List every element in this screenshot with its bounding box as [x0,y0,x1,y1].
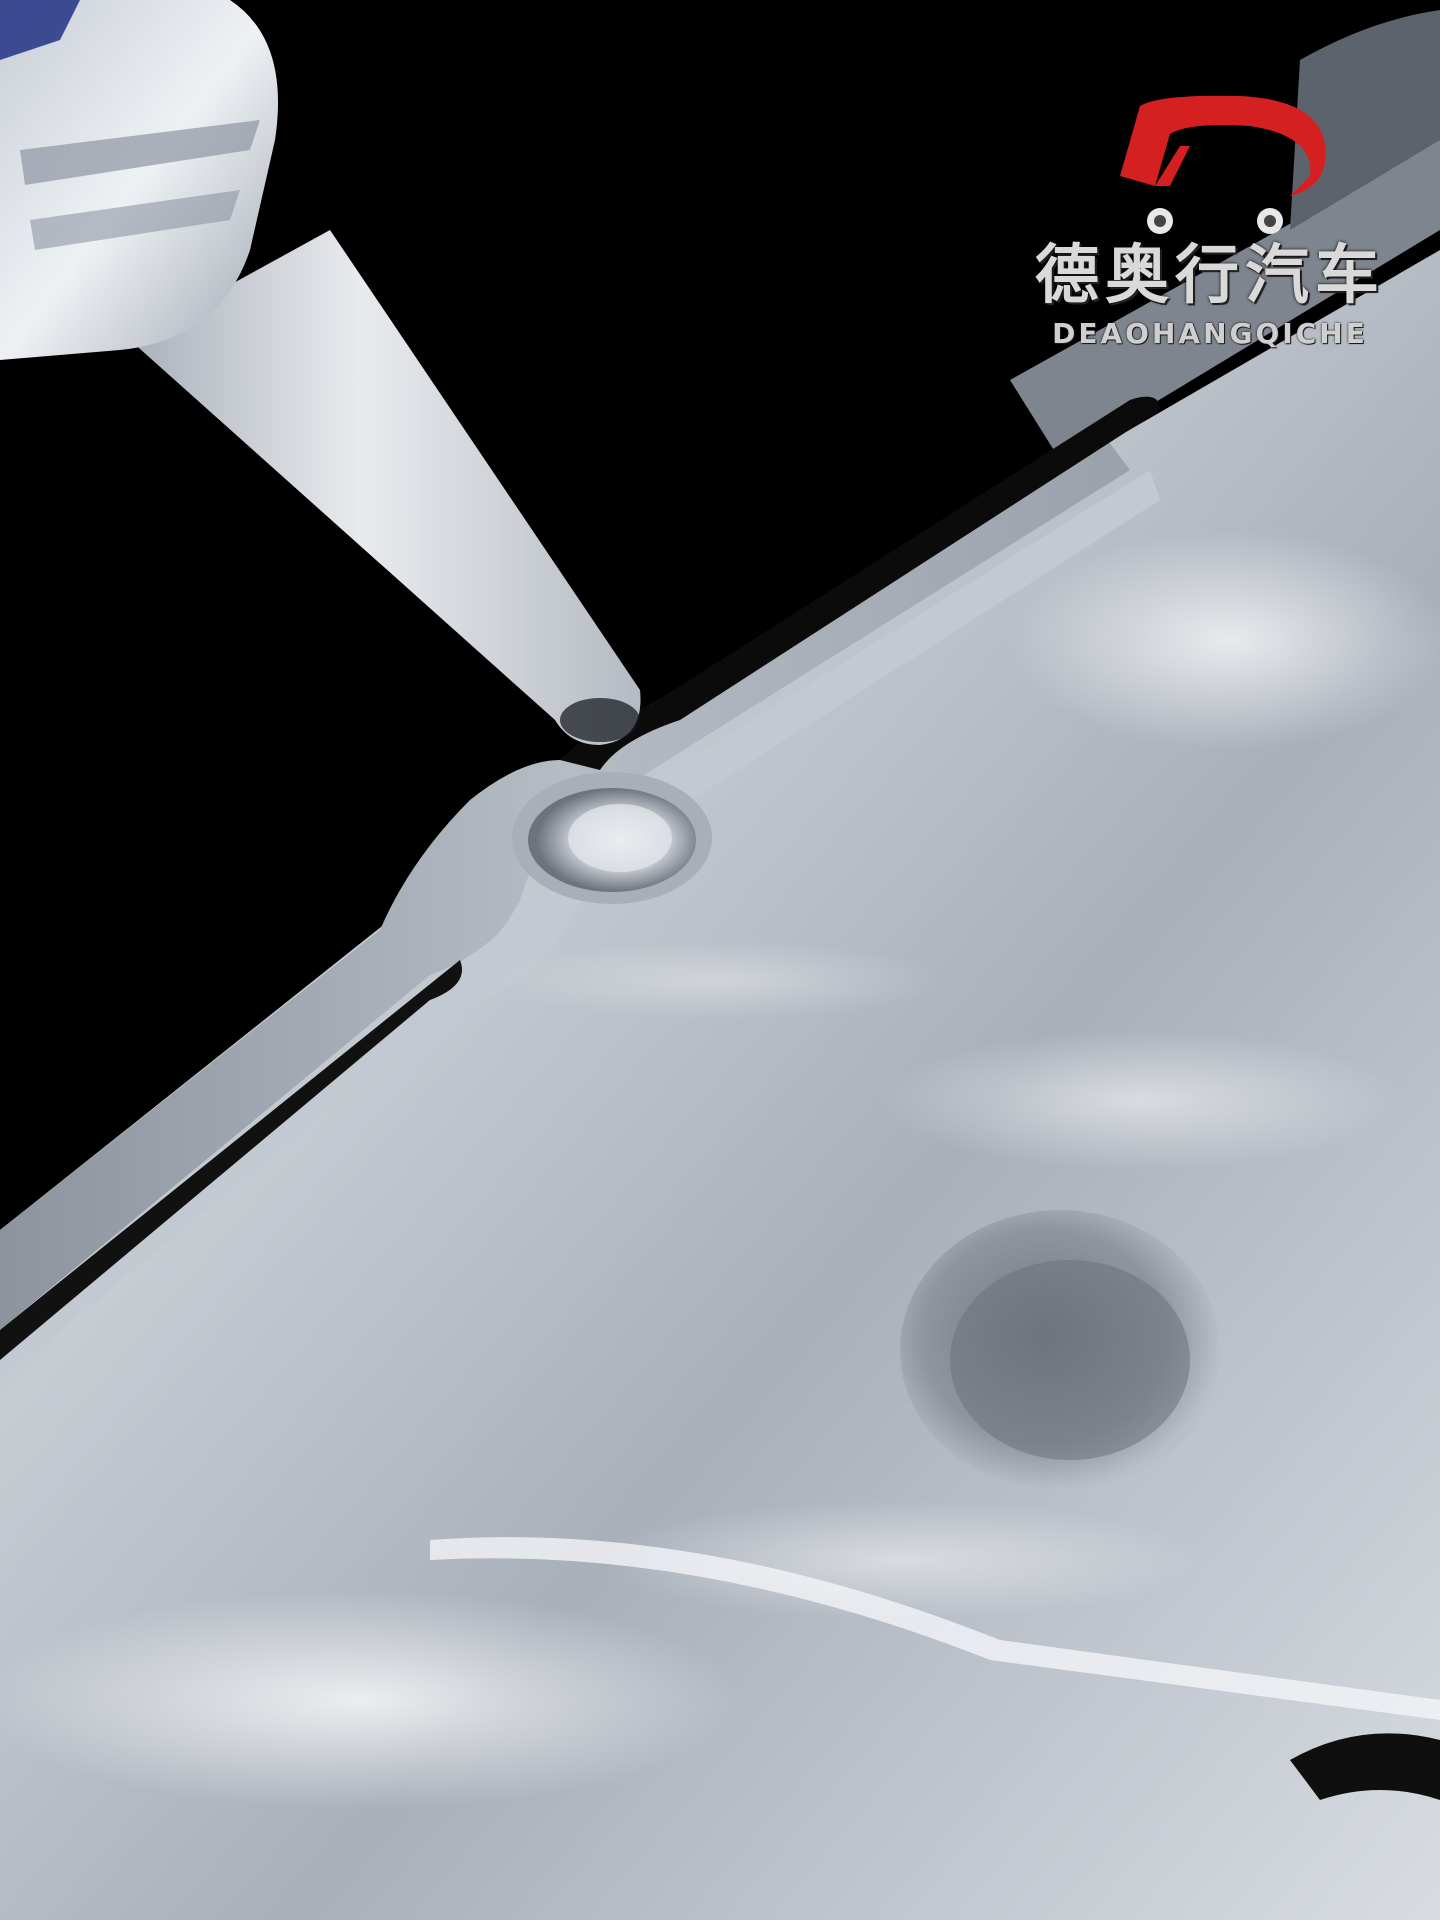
photo-stage: 德奥行汽车 DEAOHANGQICHE [0,0,1440,1920]
brand-logo-icon [1120,95,1326,234]
watermark-name-en: DEAOHANGQICHE [1052,317,1368,350]
watermark-name-cn: 德奥行汽车 [1035,239,1385,313]
brand-watermark: 德奥行汽车 DEAOHANGQICHE [1010,86,1410,356]
